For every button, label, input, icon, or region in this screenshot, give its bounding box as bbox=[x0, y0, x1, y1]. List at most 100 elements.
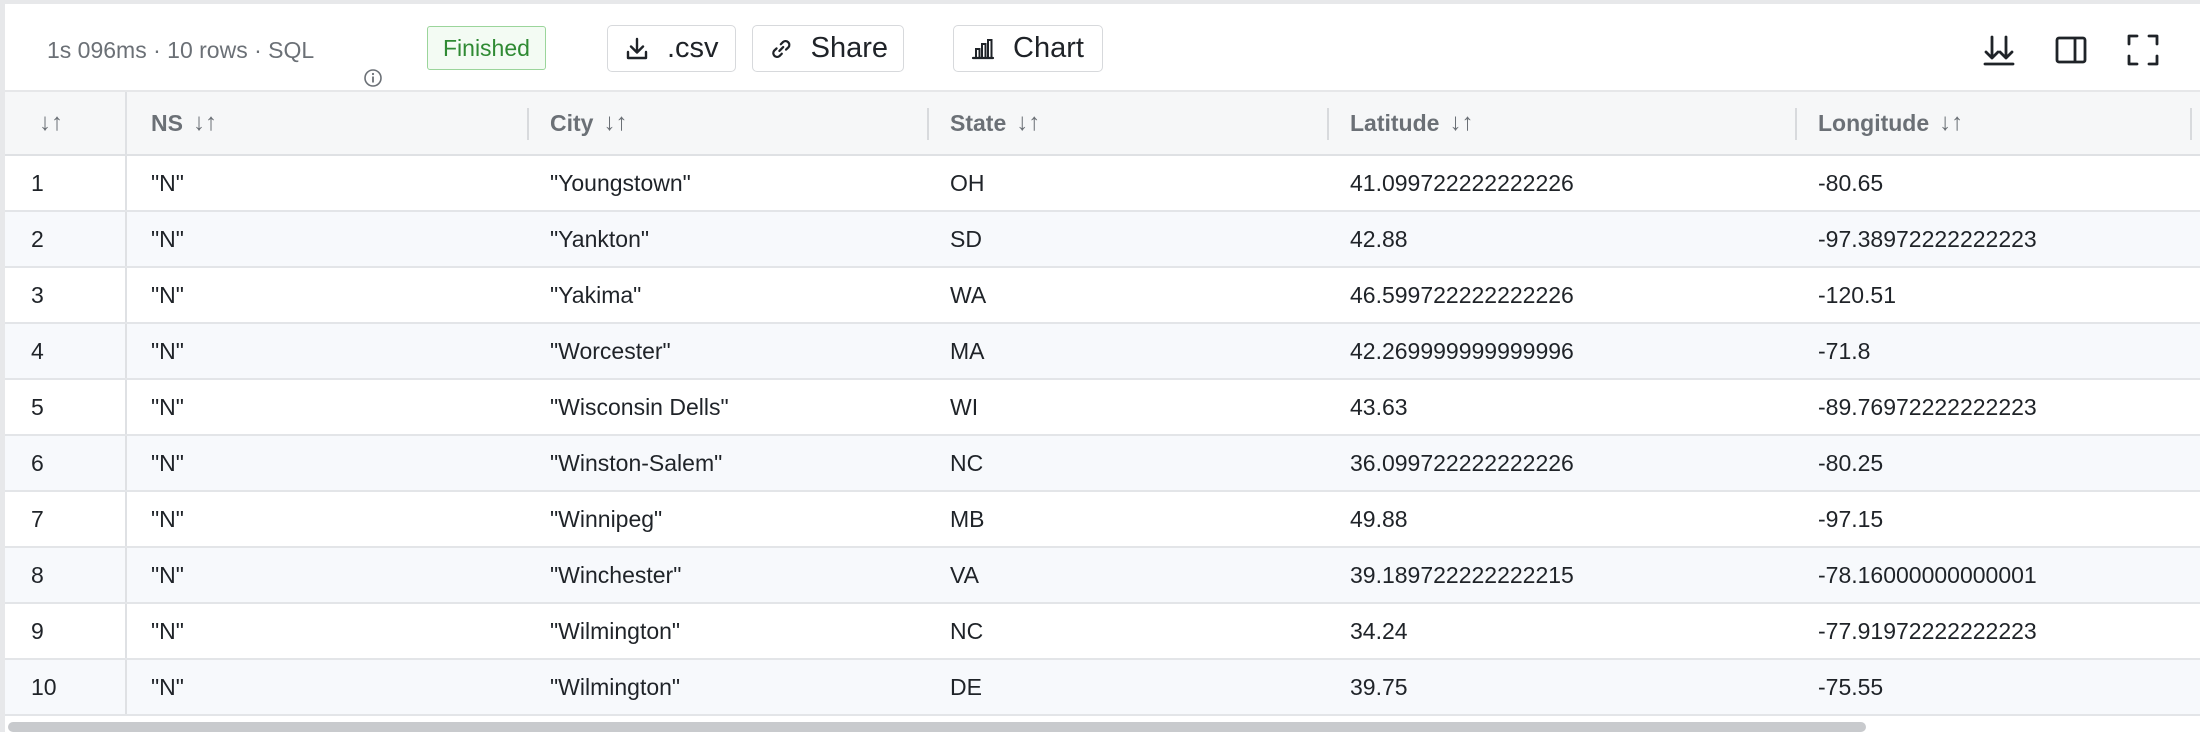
cell-latitude: 42.88 bbox=[1350, 225, 1408, 252]
row-index-sort-icon[interactable]: ↓↑ bbox=[39, 92, 63, 154]
cell-ns: "N" bbox=[151, 393, 184, 420]
column-header-state[interactable]: State ↓↑ bbox=[950, 92, 1330, 154]
sort-arrows-icon[interactable]: ↓↑ bbox=[603, 109, 627, 137]
column-resize-handle[interactable] bbox=[1327, 108, 1329, 140]
cell-ns: "N" bbox=[151, 225, 184, 252]
cell-longitude: -97.15 bbox=[1818, 505, 1884, 532]
row-index: 3 bbox=[31, 281, 44, 308]
download-icon bbox=[626, 37, 648, 59]
column-divider bbox=[125, 92, 127, 154]
cell-city: "Youngstown" bbox=[550, 169, 691, 196]
cell-city: "Yakima" bbox=[550, 281, 642, 308]
cell-latitude: 39.75 bbox=[1350, 673, 1408, 700]
row-count: 10 rows bbox=[167, 36, 248, 63]
column-divider bbox=[125, 548, 127, 602]
row-index: 10 bbox=[31, 673, 57, 700]
cell-city: "Wisconsin Dells" bbox=[550, 393, 729, 420]
row-index: 6 bbox=[31, 449, 44, 476]
column-header-city[interactable]: City ↓↑ bbox=[550, 92, 930, 154]
sort-arrows-icon[interactable]: ↓↑ bbox=[193, 109, 217, 137]
cell-state: MB bbox=[950, 505, 985, 532]
column-divider bbox=[125, 212, 127, 266]
share-button[interactable]: Share bbox=[752, 25, 904, 72]
side-panel-icon[interactable] bbox=[2053, 32, 2089, 68]
query-language: SQL bbox=[268, 36, 315, 63]
fullscreen-icon[interactable] bbox=[2125, 32, 2161, 68]
query-meta: 1s 096ms · 10 rows · SQL bbox=[47, 32, 382, 87]
status-badge: Finished bbox=[427, 26, 546, 70]
column-header-longitude[interactable]: Longitude ↓↑ bbox=[1818, 92, 2178, 154]
sort-arrows-icon[interactable]: ↓↑ bbox=[1449, 109, 1473, 137]
table-header: ↓↑ NS ↓↑ City ↓↑ State ↓↑ Latitude ↓↑ Longit… bbox=[5, 92, 2200, 156]
download-csv-button[interactable]: .csv bbox=[607, 25, 736, 72]
table-row[interactable]: 3 "N" "Yakima" WA 46.599722222222226 -120.51 bbox=[5, 268, 2200, 324]
share-label: Share bbox=[810, 32, 888, 64]
column-resize-handle[interactable] bbox=[1795, 108, 1797, 140]
cell-city: "Yankton" bbox=[550, 225, 650, 252]
table-row[interactable]: 1 "N" "Youngstown" OH 41.099722222222226 -80.… bbox=[5, 156, 2200, 212]
results-table: ↓↑ NS ↓↑ City ↓↑ State ↓↑ Latitude ↓↑ Longit… bbox=[5, 92, 2200, 716]
column-header-ns[interactable]: NS ↓↑ bbox=[151, 92, 531, 154]
meta-separator: · bbox=[247, 36, 269, 63]
column-divider bbox=[125, 324, 127, 378]
chart-button[interactable]: Chart bbox=[953, 25, 1103, 72]
cell-longitude: -75.55 bbox=[1818, 673, 1884, 700]
cell-state: NC bbox=[950, 617, 984, 644]
column-resize-handle[interactable] bbox=[2190, 108, 2192, 140]
cell-state: SD bbox=[950, 225, 982, 252]
cell-longitude: -77.91972222222223 bbox=[1818, 617, 2037, 644]
bar-chart-icon bbox=[971, 38, 995, 59]
info-circle-icon[interactable] bbox=[324, 40, 382, 87]
link-icon bbox=[772, 39, 791, 58]
row-index: 1 bbox=[31, 169, 44, 196]
horizontal-scrollbar[interactable] bbox=[8, 722, 1866, 732]
column-divider bbox=[125, 604, 127, 658]
cell-longitude: -89.76972222222223 bbox=[1818, 393, 2037, 420]
column-divider bbox=[125, 492, 127, 546]
cell-longitude: -120.51 bbox=[1818, 281, 1897, 308]
column-resize-handle[interactable] bbox=[527, 108, 529, 140]
table-row[interactable]: 9 "N" "Wilmington" NC 34.24 -77.9197222222222… bbox=[5, 604, 2200, 660]
cell-city: "Winnipeg" bbox=[550, 505, 663, 532]
cell-longitude: -80.65 bbox=[1818, 169, 1884, 196]
cell-city: "Winston-Salem" bbox=[550, 449, 723, 476]
cell-latitude: 43.63 bbox=[1350, 393, 1408, 420]
column-divider bbox=[125, 156, 127, 210]
cell-state: DE bbox=[950, 673, 982, 700]
sort-arrows-icon[interactable]: ↓↑ bbox=[1016, 109, 1040, 137]
cell-city: "Winchester" bbox=[550, 561, 682, 588]
table-row[interactable]: 6 "N" "Winston-Salem" NC 36.099722222222226 -… bbox=[5, 436, 2200, 492]
table-row[interactable]: 10 "N" "Wilmington" DE 39.75 -75.55 bbox=[5, 660, 2200, 716]
cell-state: OH bbox=[950, 169, 985, 196]
cell-latitude: 42.269999999999996 bbox=[1350, 337, 1574, 364]
table-row[interactable]: 5 "N" "Wisconsin Dells" WI 43.63 -89.76972222… bbox=[5, 380, 2200, 436]
cell-state: VA bbox=[950, 561, 979, 588]
cell-ns: "N" bbox=[151, 169, 184, 196]
row-index: 9 bbox=[31, 617, 44, 644]
download-csv-label: .csv bbox=[667, 32, 719, 64]
results-toolbar: 1s 096ms · 10 rows · SQL Finished .csv S… bbox=[5, 4, 2200, 92]
sort-arrows-icon[interactable]: ↓↑ bbox=[1939, 109, 1963, 137]
cell-state: WA bbox=[950, 281, 987, 308]
cell-longitude: -71.8 bbox=[1818, 337, 1871, 364]
cell-state: MA bbox=[950, 337, 985, 364]
column-divider bbox=[125, 660, 127, 714]
table-row[interactable]: 8 "N" "Winchester" VA 39.189722222222215 -78.… bbox=[5, 548, 2200, 604]
column-divider bbox=[125, 436, 127, 490]
cell-longitude: -78.16000000000001 bbox=[1818, 561, 2037, 588]
table-row[interactable]: 2 "N" "Yankton" SD 42.88 -97.38972222222223 bbox=[5, 212, 2200, 268]
cell-city: "Wilmington" bbox=[550, 617, 681, 644]
column-header-latitude[interactable]: Latitude ↓↑ bbox=[1350, 92, 1810, 154]
query-duration: 1s 096ms bbox=[47, 36, 147, 63]
row-index: 5 bbox=[31, 393, 44, 420]
row-index: 8 bbox=[31, 561, 44, 588]
column-resize-handle[interactable] bbox=[927, 108, 929, 140]
table-row[interactable]: 7 "N" "Winnipeg" MB 49.88 -97.15 bbox=[5, 492, 2200, 548]
scroll-to-bottom-icon[interactable] bbox=[1981, 32, 2017, 68]
cell-ns: "N" bbox=[151, 337, 184, 364]
cell-latitude: 41.099722222222226 bbox=[1350, 169, 1574, 196]
row-index: 2 bbox=[31, 225, 44, 252]
cell-ns: "N" bbox=[151, 617, 184, 644]
table-row[interactable]: 4 "N" "Worcester" MA 42.269999999999996 -71.8 bbox=[5, 324, 2200, 380]
cell-longitude: -80.25 bbox=[1818, 449, 1884, 476]
